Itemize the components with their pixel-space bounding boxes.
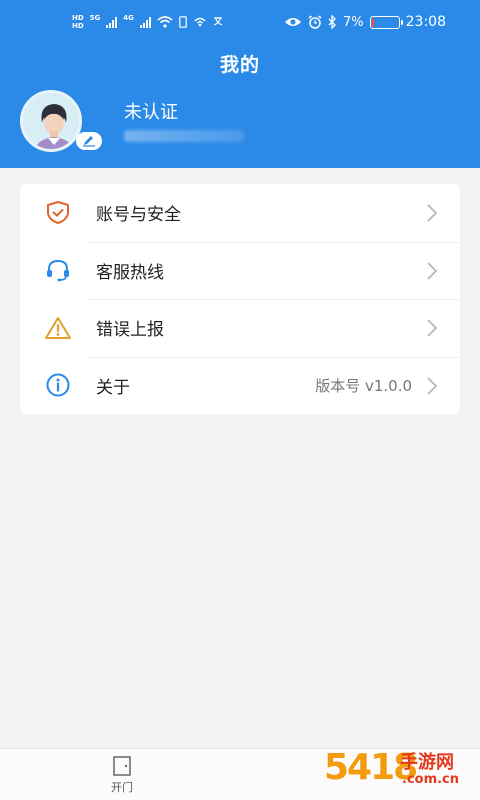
chevron-right-icon [427,204,438,222]
hotspot-icon [194,17,206,27]
menu-item-service-hotline[interactable]: 客服热线 [20,241,460,300]
clock: 23:08 [405,14,446,30]
battery-percent: 7% [343,14,364,30]
watermark-text: 手游网 [400,752,454,773]
warning-icon [44,314,72,342]
status-bar: HD HD 5G 4G 7% 23:08 [0,8,480,36]
translate-icon [213,17,223,26]
alarm-icon [308,15,322,29]
chevron-right-icon [427,261,438,280]
wifi-icon [157,16,173,28]
header-bar: HD HD 5G 4G 7% 23:08 我的 未认证 [0,0,480,168]
hd-label-1: HD [72,14,84,22]
chevron-right-icon [427,376,438,395]
headset-icon [44,256,72,284]
watermark-url: .com.cn [402,772,460,787]
user-avatar-icon [23,93,79,149]
door-icon [113,756,131,776]
status-right: 7% 23:08 [284,14,446,30]
tab-label: 开门 [111,781,133,794]
shield-check-icon [44,199,72,227]
hd-indicator: HD HD [72,14,84,30]
signal-icon-2 [139,16,151,28]
edit-avatar-button[interactable] [76,132,102,150]
blurred-phone-number [124,130,244,142]
menu-item-label: 错误上报 [96,320,164,341]
hd-label-2: HD [72,22,84,30]
menu-item-error-report[interactable]: 错误上报 [20,299,460,357]
pencil-icon [83,136,95,147]
status-left: HD HD 5G 4G [72,14,227,30]
network-type-1: 5G [89,14,101,22]
bluetooth-icon [328,15,336,29]
network-type-2: 4G [123,14,134,22]
page-title: 我的 [219,54,260,76]
tab-open-door[interactable]: 开门 [100,755,144,795]
menu-item-account-security[interactable]: 账号与安全 [20,184,460,242]
version-number: 版本号 v1.0.0 [315,376,412,395]
chevron-right-icon [427,319,438,337]
user-name[interactable]: 未认证 [124,98,178,124]
eye-icon [285,18,302,26]
battery-icon [369,15,403,29]
watermark-logo: 5418 手游网 .com.cn [324,746,474,794]
menu-item-label: 账号与安全 [96,205,181,226]
signal-icon [106,16,118,28]
sim-icon [179,16,187,28]
info-icon [44,371,72,399]
menu-item-label: 关于 [96,377,130,398]
menu-item-about[interactable]: 关于 版本号 v1.0.0 [20,356,460,415]
menu-card: 账号与安全 客服热线 错误上报 关于 版本号 v1.0.0 [20,184,460,414]
menu-item-label: 客服热线 [96,262,164,283]
avatar-image[interactable] [20,90,82,152]
avatar[interactable] [20,90,102,152]
